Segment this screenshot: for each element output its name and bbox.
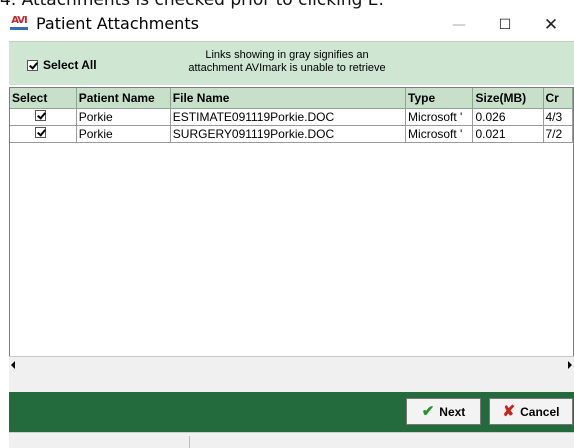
next-button-label: Next: [439, 404, 466, 419]
close-button[interactable]: ✕: [528, 10, 574, 40]
checkbox-checked-icon: [34, 110, 46, 121]
status-pane: [9, 436, 190, 448]
gray-links-notice: Links showing in gray signifies an attac…: [188, 49, 386, 74]
grid-bottom-strip: [9, 373, 574, 392]
type-cell: Microsoft ': [405, 125, 474, 143]
column-header-type[interactable]: Type: [405, 88, 474, 109]
size-cell: 0.021: [472, 125, 544, 143]
table-row[interactable]: Porkie SURGERY091119Porkie.DOC Microsoft…: [10, 125, 573, 143]
created-cell: 4/3: [543, 108, 573, 126]
cancel-button-label: Cancel: [520, 404, 560, 419]
column-header-select[interactable]: Select: [10, 88, 77, 109]
cancel-button[interactable]: ✘ Cancel: [489, 398, 573, 425]
maximize-icon: ☐: [498, 17, 512, 33]
patient-name-cell: Porkie: [76, 125, 171, 143]
select-all-label: Select All: [43, 58, 97, 72]
cancel-x-icon: ✘: [502, 403, 516, 420]
patient-name-cell: Porkie: [76, 108, 171, 126]
attachments-grid[interactable]: Select Patient Name File Name Type Size(…: [9, 87, 574, 372]
maximize-button[interactable]: ☐: [482, 10, 528, 40]
row-select-checkbox[interactable]: [10, 108, 77, 126]
horizontal-scrollbar[interactable]: [9, 356, 574, 373]
column-header-patient-name[interactable]: Patient Name: [76, 88, 171, 109]
minimize-button[interactable]: —: [436, 10, 482, 40]
column-header-size[interactable]: Size(MB): [472, 88, 544, 109]
next-button[interactable]: ✔ Next: [406, 398, 481, 425]
attachments-header-panel: Select All Links showing in gray signifi…: [9, 41, 574, 85]
avimark-app-icon: AVI: [9, 15, 29, 33]
background-document-caption: 4. Attachments is checked prior to click…: [0, 0, 384, 10]
file-name-cell[interactable]: SURGERY091119Porkie.DOC: [170, 125, 407, 143]
scroll-right-arrow-icon[interactable]: [568, 361, 572, 369]
checkmark-icon: ✔: [421, 403, 435, 420]
column-header-file-name[interactable]: File Name: [170, 88, 407, 109]
type-cell: Microsoft ': [405, 108, 474, 126]
status-bar: [9, 432, 574, 448]
checkbox-checked-icon: [27, 59, 38, 71]
column-header-created[interactable]: Cr: [543, 88, 573, 109]
table-header-row: Select Patient Name File Name Type Size(…: [10, 88, 573, 109]
size-cell: 0.026: [472, 108, 544, 126]
row-select-checkbox[interactable]: [10, 125, 77, 143]
close-icon: ✕: [543, 15, 559, 35]
scroll-left-arrow-icon[interactable]: [11, 361, 15, 369]
dialog-footer: ✔ Next ✘ Cancel: [9, 392, 574, 432]
title-bar[interactable]: AVI Patient Attachments — ☐ ✕: [0, 10, 574, 40]
created-cell: 7/2: [543, 125, 573, 143]
select-all-checkbox[interactable]: Select All: [27, 58, 97, 72]
file-name-cell[interactable]: ESTIMATE091119Porkie.DOC: [170, 108, 407, 126]
minimize-icon: —: [452, 17, 466, 33]
checkbox-checked-icon: [34, 127, 46, 138]
table-row[interactable]: Porkie ESTIMATE091119Porkie.DOC Microsof…: [10, 108, 573, 126]
window-title: Patient Attachments: [36, 14, 199, 33]
attachments-table: Select Patient Name File Name Type Size(…: [10, 88, 573, 143]
